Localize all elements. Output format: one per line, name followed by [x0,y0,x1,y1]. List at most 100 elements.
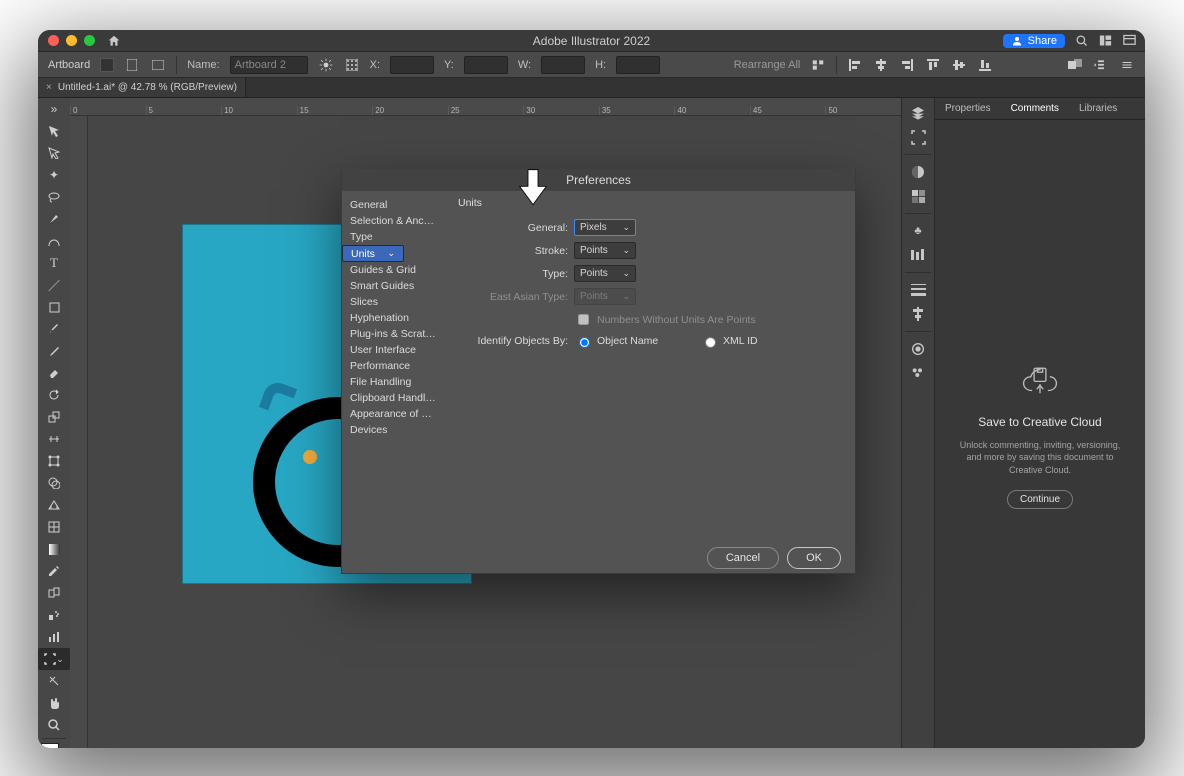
document-tab[interactable]: × Untitled-1.ai* @ 42.78 % (RGB/Preview) [38,78,246,97]
artboard-options-icon[interactable] [318,58,334,72]
stroke-units-select[interactable]: Points [574,242,636,259]
appearance-panel-icon[interactable] [909,340,927,358]
layers-panel-icon[interactable] [909,104,927,122]
panel-gear-icon[interactable] [1067,58,1083,72]
tab-properties[interactable]: Properties [935,98,1001,119]
pref-item-file-handling[interactable]: File Handling [342,374,444,390]
mesh-tool-icon[interactable] [38,516,70,538]
close-tab-icon[interactable]: × [46,82,52,93]
gradient-tool-icon[interactable] [38,538,70,560]
pref-item-user-interface[interactable]: User Interface [342,342,444,358]
shaper-tool-icon[interactable] [38,340,70,362]
rectangle-tool-icon[interactable] [38,296,70,318]
eyedropper-tool-icon[interactable] [38,560,70,582]
document-tab-label: Untitled-1.ai* @ 42.78 % (RGB/Preview) [58,82,237,93]
pen-tool-icon[interactable] [38,208,70,230]
tab-libraries[interactable]: Libraries [1069,98,1127,119]
panel-expand-icon[interactable] [1093,58,1109,72]
y-input[interactable] [464,56,508,74]
symbol-spray-tool-icon[interactable] [38,604,70,626]
align-vcenter-icon[interactable] [951,58,967,72]
cancel-button[interactable]: Cancel [707,547,779,569]
hand-tool-icon[interactable] [38,692,70,714]
align-bottom-icon[interactable] [977,58,993,72]
fill-stroke-swatch[interactable] [41,743,67,748]
close-window-icon[interactable] [48,35,59,46]
type-units-select[interactable]: Points [574,265,636,282]
direct-select-tool-icon[interactable] [38,142,70,164]
blend-tool-icon[interactable] [38,582,70,604]
share-button[interactable]: Share [1003,34,1065,48]
home-icon[interactable] [107,34,121,48]
scale-tool-icon[interactable] [38,406,70,428]
ruler-tick: 10 [221,106,297,115]
workspace-icon[interactable] [1121,33,1137,49]
pref-item-devices[interactable]: Devices [342,422,444,438]
pref-item-plug-ins-scratch-disks[interactable]: Plug-ins & Scratch Disks [342,326,444,342]
shape-builder-tool-icon[interactable] [38,472,70,494]
artboards-panel-icon[interactable] [909,128,927,146]
pref-item-general[interactable]: General [342,197,444,213]
pref-item-hyphenation[interactable]: Hyphenation [342,310,444,326]
lasso-tool-icon[interactable] [38,186,70,208]
zoom-tool-icon[interactable] [38,714,70,736]
general-units-select[interactable]: Pixels [574,219,636,236]
reference-point-icon[interactable] [344,58,360,72]
search-icon[interactable] [1073,33,1089,49]
assets-panel-icon[interactable] [909,364,927,382]
identify-by-xmlid-radio[interactable]: XML ID [700,334,816,348]
graph-tool-icon[interactable] [38,626,70,648]
artboard-name-input[interactable]: Artboard 2 [230,56,308,74]
align-panel-icon[interactable] [909,305,927,323]
swatches-panel-icon[interactable] [909,187,927,205]
curvature-tool-icon[interactable] [38,230,70,252]
align-right-icon[interactable] [899,58,915,72]
slice-tool-icon[interactable] [38,670,70,692]
pref-item-clipboard-handling[interactable]: Clipboard Handling [342,390,444,406]
rotate-tool-icon[interactable] [38,384,70,406]
pref-item-slices[interactable]: Slices [342,294,444,310]
line-tool-icon[interactable]: ／ [38,274,70,296]
rearrange-label[interactable]: Rearrange All [734,59,801,71]
pref-item-type[interactable]: Type [342,229,444,245]
type-tool-icon[interactable]: T [38,252,70,274]
fill-swatch[interactable] [41,743,59,748]
pref-item-selection-anchor-display[interactable]: Selection & Anchor Display [342,213,444,229]
rearrange-icon[interactable] [810,58,826,72]
orientation-landscape-icon[interactable] [150,58,166,72]
panel-menu-icon[interactable] [1119,58,1135,72]
perspective-tool-icon[interactable] [38,494,70,516]
pref-item-smart-guides[interactable]: Smart Guides [342,278,444,294]
artboard-tool-icon[interactable] [38,648,70,670]
color-panel-icon[interactable] [909,163,927,181]
artboard-presets-button[interactable] [100,58,114,72]
width-tool-icon[interactable] [38,428,70,450]
ok-button[interactable]: OK [787,547,841,569]
align-left-icon[interactable] [847,58,863,72]
continue-button[interactable]: Continue [1007,490,1073,509]
pref-item-performance[interactable]: Performance [342,358,444,374]
orientation-portrait-icon[interactable] [124,58,140,72]
col-toggle-icon[interactable]: » [38,98,70,120]
arrange-docs-icon[interactable] [1097,33,1113,49]
brushes-panel-icon[interactable] [909,246,927,264]
free-transform-tool-icon[interactable] [38,450,70,472]
pref-item-units[interactable]: Units [342,245,404,262]
w-input[interactable] [541,56,585,74]
selection-tool-icon[interactable] [38,120,70,142]
pref-item-appearance-of-black[interactable]: Appearance of Black [342,406,444,422]
zoom-window-icon[interactable] [84,35,95,46]
h-input[interactable] [616,56,660,74]
x-input[interactable] [390,56,434,74]
magic-wand-tool-icon[interactable]: ✦ [38,164,70,186]
align-top-icon[interactable] [925,58,941,72]
eraser-tool-icon[interactable] [38,362,70,384]
symbols-panel-icon[interactable]: ♣ [909,222,927,240]
identify-by-name-radio[interactable]: Object Name [574,334,690,348]
pref-item-guides-grid[interactable]: Guides & Grid [342,262,444,278]
align-hcenter-icon[interactable] [873,58,889,72]
stroke-panel-icon[interactable] [909,281,927,299]
minimize-window-icon[interactable] [66,35,77,46]
tab-comments[interactable]: Comments [1001,98,1069,119]
brush-tool-icon[interactable] [38,318,70,340]
